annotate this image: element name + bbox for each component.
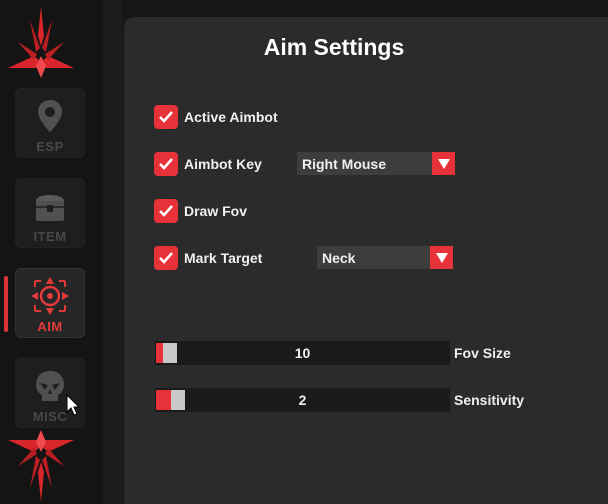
mark-target-label: Mark Target [184,250,263,266]
aimbot-key-dropdown[interactable]: Right Mouse [297,152,455,175]
checkmark-icon [159,205,173,217]
sensitivity-value: 2 [298,392,307,408]
divider [103,0,123,504]
active-aimbot-label: Active Aimbot [184,109,278,125]
draw-fov-label: Draw Fov [184,203,248,219]
sidebar-item-label: ESP [36,139,64,154]
fov-size-value: 10 [294,345,311,361]
checkmark-icon [159,111,173,123]
mark-target-checkbox[interactable] [154,246,178,270]
checkmark-icon [159,252,173,264]
sidebar-item-esp[interactable]: ESP [15,88,85,158]
option-active-aimbot: Active Aimbot [154,105,278,129]
chevron-down-icon[interactable] [432,152,455,175]
spiked-logo-icon [8,430,74,502]
sidebar-item-label: ITEM [33,229,67,244]
skull-icon [36,371,64,401]
draw-fov-checkbox[interactable] [154,199,178,223]
active-aimbot-checkbox[interactable] [154,105,178,129]
sensitivity-slider[interactable]: 2 [155,388,450,412]
fov-size-slider[interactable]: 10 [155,341,450,365]
map-pin-icon [38,100,62,132]
page-title: Aim Settings [263,34,405,60]
sidebar-item-item[interactable]: ITEM [15,178,85,248]
fov-size-label: Fov Size [454,345,511,361]
sidebar: ESP ITEM AIM MISC [0,0,103,504]
sidebar-item-aim[interactable]: AIM [15,268,85,338]
mark-target-dropdown[interactable]: Neck [317,246,453,269]
sidebar-item-label: AIM [37,319,63,334]
aimbot-key-checkbox[interactable] [154,152,178,176]
spiked-logo-icon [8,6,74,78]
sidebar-item-misc[interactable]: MISC [15,358,85,428]
aimbot-key-label: Aimbot Key [184,156,262,172]
crosshair-icon [31,277,69,315]
sidebar-item-label: MISC [32,409,68,424]
mark-target-value: Neck [322,249,356,266]
treasure-chest-icon [36,195,64,221]
aimbot-key-value: Right Mouse [302,155,386,172]
chevron-down-icon[interactable] [430,246,453,269]
sensitivity-label: Sensitivity [454,392,525,408]
aim-settings-panel: Aim Settings Active Aimbot Aimbot Key Ri… [124,17,608,504]
mouse-cursor-icon [66,394,80,416]
checkmark-icon [159,158,173,170]
option-draw-fov: Draw Fov [154,199,247,223]
active-indicator [4,276,8,332]
option-aimbot-key: Aimbot Key [154,152,262,176]
option-mark-target: Mark Target [154,246,262,270]
